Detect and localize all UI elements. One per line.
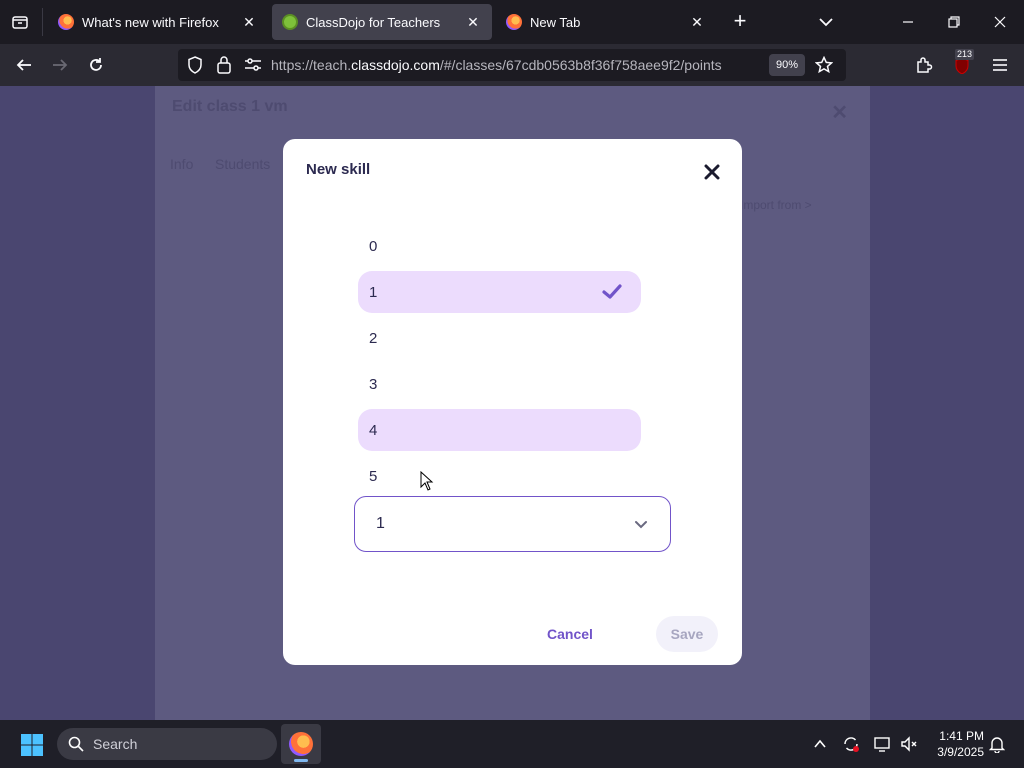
points-options-list: 0 1 2 3 4 5	[358, 225, 641, 501]
option-label: 4	[369, 421, 378, 439]
taskbar-firefox-app[interactable]	[281, 724, 321, 764]
tab-close-icon[interactable]: ✕	[464, 13, 482, 31]
active-app-indicator	[294, 759, 308, 762]
points-select[interactable]: 1	[354, 496, 671, 552]
volume-muted-icon[interactable]	[899, 734, 919, 754]
url-path: /#/classes/67cdb0563b8f36f758aee9f2/poin…	[439, 57, 722, 73]
search-icon	[68, 736, 84, 752]
save-button[interactable]: Save	[656, 616, 718, 652]
cancel-button[interactable]: Cancel	[537, 616, 603, 652]
tab-whats-new[interactable]: What's new with Firefox ✕	[48, 4, 268, 40]
option-label: 0	[369, 237, 378, 255]
url-host: classdojo.com	[351, 57, 440, 73]
import-link: Import from >	[740, 198, 812, 212]
mouse-cursor-icon	[420, 471, 434, 491]
list-all-tabs-chevron-icon[interactable]	[814, 10, 838, 34]
edit-class-close-icon: ✕	[831, 102, 848, 124]
edit-class-tab-info: Info	[170, 156, 194, 172]
dialog-title: New skill	[306, 161, 371, 178]
option-1[interactable]: 1	[358, 271, 641, 313]
zoom-level-button[interactable]: 90%	[769, 54, 805, 76]
forward-arrow-icon[interactable]	[48, 53, 72, 77]
tab-close-icon[interactable]: ✕	[688, 13, 706, 31]
tab-title: What's new with Firefox	[82, 14, 219, 30]
firefox-icon	[58, 14, 74, 30]
close-icon[interactable]	[701, 161, 723, 183]
notifications-bell-icon[interactable]	[987, 734, 1007, 754]
lock-icon[interactable]	[216, 55, 232, 80]
navigation-toolbar: https://teach.classdojo.com/#/classes/67…	[0, 44, 1024, 86]
search-placeholder: Search	[93, 736, 138, 752]
clock-time: 1:41 PM	[939, 729, 984, 743]
edit-class-tab-students: Students	[215, 156, 271, 172]
bookmark-star-icon[interactable]	[812, 53, 836, 77]
restore-icon[interactable]	[940, 8, 968, 36]
option-0[interactable]: 0	[358, 225, 641, 267]
extension-badge-count: 213	[955, 49, 975, 60]
clock-date: 3/9/2025	[937, 745, 984, 759]
option-4[interactable]: 4	[358, 409, 641, 451]
option-2[interactable]: 2	[358, 317, 641, 359]
show-hidden-icons-chevron-icon[interactable]	[810, 734, 830, 754]
new-skill-dialog: New skill 0 1 2 3 4 5 1 Cancel Save	[283, 139, 742, 665]
hamburger-menu-icon[interactable]	[988, 53, 1012, 77]
option-label: 5	[369, 467, 378, 485]
sync-icon[interactable]	[841, 734, 861, 754]
option-5[interactable]: 5	[358, 455, 641, 497]
tab-list-icon[interactable]	[8, 10, 32, 34]
url-prefix: https://teach.	[271, 57, 352, 73]
tab-title: ClassDojo for Teachers	[306, 14, 441, 30]
option-label: 2	[369, 329, 378, 347]
windows-taskbar: Search 1:41 PM 3/9/2025	[0, 720, 1024, 768]
url-text[interactable]: https://teach.classdojo.com/#/classes/67…	[271, 57, 722, 73]
firefox-icon	[289, 732, 313, 756]
option-3[interactable]: 3	[358, 363, 641, 405]
tab-classdojo[interactable]: ClassDojo for Teachers ✕	[272, 4, 492, 40]
option-label: 3	[369, 375, 378, 393]
checkmark-icon	[602, 284, 622, 299]
window-close-icon[interactable]	[986, 8, 1014, 36]
tab-separator	[42, 8, 43, 36]
new-tab-plus-icon[interactable]: +	[728, 10, 752, 34]
tab-new-tab[interactable]: New Tab ✕	[496, 4, 716, 40]
system-clock[interactable]: 1:41 PM 3/9/2025	[922, 728, 984, 760]
back-arrow-icon[interactable]	[12, 53, 36, 77]
url-bar[interactable]: https://teach.classdojo.com/#/classes/67…	[178, 49, 846, 81]
tab-title: New Tab	[530, 14, 581, 30]
chevron-down-icon	[635, 521, 647, 529]
minimize-icon[interactable]	[894, 8, 922, 36]
tracking-protection-shield-icon[interactable]	[186, 55, 204, 80]
tab-strip: What's new with Firefox ✕ ClassDojo for …	[0, 0, 1024, 44]
firefox-icon	[506, 14, 522, 30]
page-permissions-icon[interactable]	[244, 57, 262, 78]
network-monitor-icon[interactable]	[873, 734, 893, 754]
option-label: 1	[369, 283, 378, 301]
classdojo-icon	[282, 14, 298, 30]
extensions-puzzle-icon[interactable]	[912, 53, 936, 77]
windows-start-icon[interactable]	[20, 733, 44, 757]
reload-icon[interactable]	[84, 53, 108, 77]
select-value: 1	[376, 515, 385, 532]
taskbar-search[interactable]: Search	[57, 728, 277, 760]
edit-class-title: Edit class 1 vm	[172, 98, 288, 115]
tab-close-icon[interactable]: ✕	[240, 13, 258, 31]
